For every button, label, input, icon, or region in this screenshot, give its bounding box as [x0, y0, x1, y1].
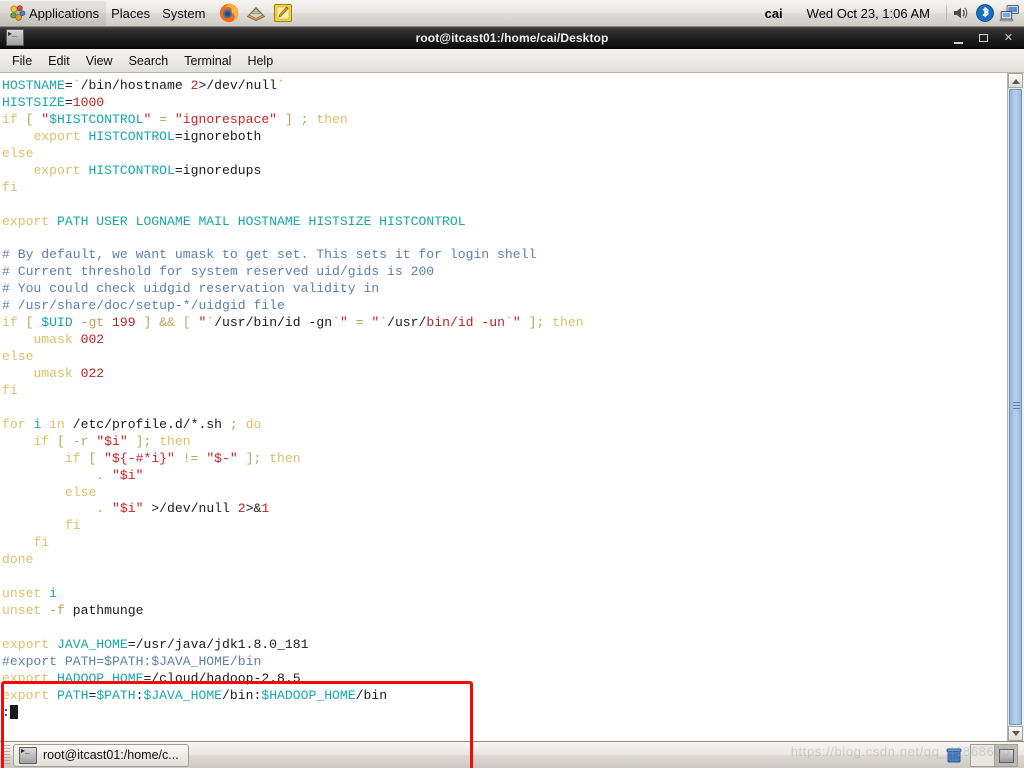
- menu-edit[interactable]: Edit: [40, 51, 78, 71]
- terminal-line: else: [2, 146, 1007, 163]
- terminal-line: fi: [2, 180, 1007, 197]
- terminal-line: export HISTCONTROL=ignoreboth: [2, 129, 1007, 146]
- terminal-line: else: [2, 349, 1007, 366]
- scrollbar-up-button[interactable]: [1008, 73, 1023, 88]
- top-panel: Applications Places System: [0, 0, 1024, 27]
- gnome-foot-icon: [9, 4, 27, 22]
- terminal-line: # By default, we want umask to get set. …: [2, 247, 1007, 264]
- terminal-body: HOSTNAME=`/bin/hostname 2>/dev/null`HIST…: [0, 73, 1024, 741]
- text-cursor: [10, 705, 18, 719]
- terminal-line: [2, 230, 1007, 247]
- terminal-line: # Current threshold for system reserved …: [2, 264, 1007, 281]
- terminal-line: export HADOOP_HOME=/cloud/hadoop-2.8.5: [2, 671, 1007, 688]
- terminal-line: [2, 620, 1007, 637]
- menu-file[interactable]: File: [4, 51, 40, 71]
- terminal-icon: [6, 29, 24, 46]
- window-titlebar[interactable]: root@itcast01:/home/cai/Desktop ✕: [0, 27, 1024, 49]
- panel-username[interactable]: cai: [755, 6, 793, 21]
- terminal-text-area[interactable]: HOSTNAME=`/bin/hostname 2>/dev/null`HIST…: [0, 73, 1007, 741]
- terminal-line: else: [2, 485, 1007, 502]
- terminal-line: export HISTCONTROL=ignoredups: [2, 163, 1007, 180]
- trash-icon[interactable]: [944, 745, 964, 765]
- taskbar-window-label: root@itcast01:/home/c...: [43, 748, 179, 762]
- terminal-line: HOSTNAME=`/bin/hostname 2>/dev/null`: [2, 78, 1007, 95]
- help-launcher-icon[interactable]: [245, 2, 267, 24]
- workspace-1[interactable]: [971, 745, 995, 766]
- desktop-screen: Applications Places System: [0, 0, 1024, 768]
- system-menu[interactable]: System: [157, 1, 212, 26]
- terminal-line: HISTSIZE=1000: [2, 95, 1007, 112]
- scrollbar-thumb[interactable]: [1009, 89, 1022, 725]
- terminal-line: . "$i" >/dev/null 2>&1: [2, 501, 1007, 518]
- terminal-line: [2, 400, 1007, 417]
- panel-clock[interactable]: Wed Oct 23, 1:06 AM: [793, 6, 944, 21]
- panel-separator: [946, 3, 947, 23]
- terminal-line: for i in /etc/profile.d/*.sh ; do: [2, 417, 1007, 434]
- terminal-line: . "$i": [2, 468, 1007, 485]
- applications-menu-label: Applications: [29, 6, 99, 21]
- workspace-switcher[interactable]: [970, 744, 1018, 767]
- terminal-menubar: File Edit View Search Terminal Help: [0, 49, 1024, 73]
- terminal-line: done: [2, 552, 1007, 569]
- volume-icon[interactable]: [949, 2, 971, 24]
- network-display-icon[interactable]: [999, 2, 1021, 24]
- taskbar-window-button[interactable]: root@itcast01:/home/c...: [13, 744, 189, 767]
- vim-command-prompt-text: :: [2, 705, 10, 720]
- terminal-line: unset -f pathmunge: [2, 603, 1007, 620]
- terminal-line: # /usr/share/doc/setup-*/uidgid file: [2, 298, 1007, 315]
- applications-menu[interactable]: Applications: [0, 1, 106, 26]
- terminal-line: fi: [2, 535, 1007, 552]
- panel-launchers: [218, 2, 294, 24]
- menu-search[interactable]: Search: [121, 51, 177, 71]
- terminal-line: export PATH=$PATH:$JAVA_HOME/bin:$HADOOP…: [2, 688, 1007, 705]
- places-menu[interactable]: Places: [106, 1, 157, 26]
- terminal-line: [2, 197, 1007, 214]
- terminal-window: root@itcast01:/home/cai/Desktop ✕ File E…: [0, 27, 1024, 741]
- bluetooth-icon[interactable]: [974, 2, 996, 24]
- panel-menu-group: Applications Places System: [0, 0, 294, 26]
- vim-command-prompt[interactable]: :: [2, 705, 1007, 722]
- terminal-line: export JAVA_HOME=/usr/java/jdk1.8.0_181: [2, 637, 1007, 654]
- terminal-line: if [ "${-#*i}" != "$-" ]; then: [2, 451, 1007, 468]
- menu-terminal[interactable]: Terminal: [176, 51, 239, 71]
- terminal-line: #export PATH=$PATH:$JAVA_HOME/bin: [2, 654, 1007, 671]
- terminal-line: if [ "$HISTCONTROL" = "ignorespace" ] ; …: [2, 112, 1007, 129]
- window-controls: ✕: [952, 30, 1024, 46]
- terminal-line: fi: [2, 518, 1007, 535]
- terminal-scrollbar[interactable]: [1007, 73, 1024, 741]
- minimize-button[interactable]: [952, 30, 965, 46]
- taskbar-right-group: [944, 744, 1024, 767]
- terminal-line: [2, 569, 1007, 586]
- terminal-line: fi: [2, 383, 1007, 400]
- terminal-line: export PATH USER LOGNAME MAIL HOSTNAME H…: [2, 214, 1007, 231]
- workspace-2[interactable]: [995, 745, 1018, 766]
- system-tray: [949, 2, 1024, 24]
- window-title: root@itcast01:/home/cai/Desktop: [0, 31, 1024, 45]
- maximize-button[interactable]: [977, 31, 990, 45]
- terminal-line: if [ $UID -gt 199 ] && [ "`/usr/bin/id -…: [2, 315, 1007, 332]
- system-menu-label: System: [162, 6, 205, 21]
- menu-help[interactable]: Help: [239, 51, 281, 71]
- places-menu-label: Places: [111, 6, 150, 21]
- terminal-line: unset i: [2, 586, 1007, 603]
- terminal-line: umask 002: [2, 332, 1007, 349]
- menu-view[interactable]: View: [78, 51, 121, 71]
- taskbar-drag-handle[interactable]: [2, 745, 10, 766]
- workspace-window-thumbnail: [999, 749, 1014, 763]
- firefox-launcher-icon[interactable]: [218, 2, 240, 24]
- scrollbar-grip-icon: [1013, 402, 1020, 412]
- bottom-taskbar: root@itcast01:/home/c...: [0, 741, 1024, 768]
- close-button[interactable]: ✕: [1002, 31, 1015, 45]
- scrollbar-down-button[interactable]: [1008, 726, 1023, 741]
- terminal-line: umask 022: [2, 366, 1007, 383]
- terminal-line: if [ -r "$i" ]; then: [2, 434, 1007, 451]
- terminal-icon: [19, 747, 37, 764]
- text-editor-launcher-icon[interactable]: [272, 2, 294, 24]
- terminal-line: # You could check uidgid reservation val…: [2, 281, 1007, 298]
